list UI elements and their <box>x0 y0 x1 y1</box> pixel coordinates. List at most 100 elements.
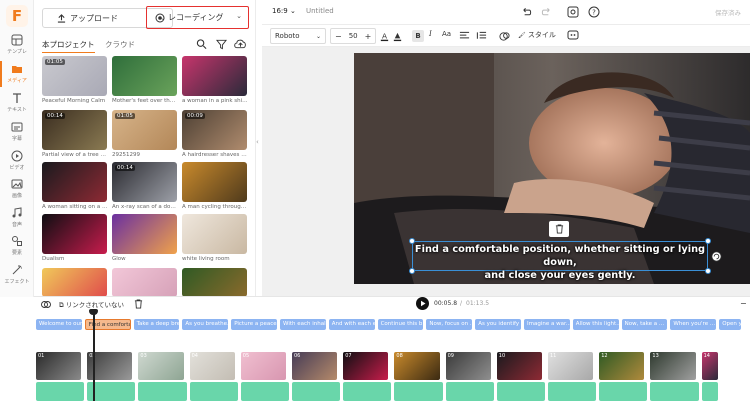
video-clip[interactable]: 14 <box>701 352 718 380</box>
undo-icon[interactable] <box>521 7 532 17</box>
style-button[interactable]: 🖌 スタイル <box>518 30 556 40</box>
ai-icon[interactable] <box>567 30 579 41</box>
caption-chip[interactable]: Open y... <box>719 319 742 330</box>
video-clip[interactable]: 10 <box>496 352 542 380</box>
italic-button[interactable]: I <box>429 30 432 38</box>
media-thumbnail[interactable] <box>182 56 247 96</box>
audio-clip[interactable] <box>599 382 648 401</box>
video-clip[interactable]: 13 <box>650 352 696 380</box>
media-thumbnail[interactable]: 01:05 <box>42 56 107 96</box>
caption-chip[interactable]: Welcome to our gu... <box>36 319 82 330</box>
caption-chip[interactable]: Allow this light... <box>572 319 619 330</box>
split-view-icon[interactable] <box>41 300 51 309</box>
tab-cloud[interactable]: クラウド <box>105 39 135 50</box>
caption-chip[interactable]: With each inhal... <box>280 319 326 330</box>
video-clip[interactable]: 05 <box>240 352 286 380</box>
caption-chip[interactable]: Picture a peace... <box>231 319 277 330</box>
rail-item-subtitle[interactable]: 字幕 <box>0 119 34 147</box>
video-clip[interactable]: 01 <box>36 352 82 380</box>
caption-chip[interactable]: As you breathe... <box>182 319 229 330</box>
media-thumbnail[interactable] <box>112 56 177 96</box>
audio-clip[interactable] <box>445 382 494 401</box>
rail-item-template[interactable]: テンプレ <box>0 32 34 60</box>
media-thumbnail[interactable] <box>42 268 107 297</box>
media-thumbnail[interactable]: 00:14 <box>112 162 177 202</box>
font-family-select[interactable]: Roboto ⌄ <box>270 28 326 44</box>
redo-icon[interactable] <box>541 7 552 17</box>
video-clip[interactable]: 06 <box>292 352 338 380</box>
bold-button[interactable]: B <box>412 30 424 42</box>
caption-text[interactable]: Find a comfortable position, whether sit… <box>412 243 708 282</box>
rotate-icon[interactable] <box>711 251 722 262</box>
rail-item-image[interactable]: 画像 <box>0 176 34 204</box>
playhead[interactable] <box>93 311 95 401</box>
media-thumbnail[interactable] <box>182 268 247 297</box>
video-clip[interactable]: 11 <box>548 352 594 380</box>
video-clip[interactable]: 08 <box>394 352 440 380</box>
audio-clip[interactable] <box>394 382 443 401</box>
video-preview[interactable]: Find a comfortable position, whether sit… <box>354 53 750 284</box>
rail-item-text[interactable]: テキスト <box>0 90 34 118</box>
audio-clip[interactable] <box>548 382 597 401</box>
help-icon[interactable]: ? <box>588 6 600 18</box>
caption-chip[interactable]: Imagine a war... <box>524 319 570 330</box>
text-color-icon[interactable]: A <box>379 31 390 42</box>
audio-clip[interactable] <box>343 382 392 401</box>
caption-chip[interactable]: Take a deep brea... <box>133 319 180 330</box>
align-icon[interactable] <box>459 31 470 41</box>
caption-chip[interactable]: And with each e... <box>328 319 375 330</box>
media-thumbnail[interactable] <box>112 268 177 297</box>
media-thumbnail[interactable]: 00:09 <box>182 110 247 150</box>
record-button[interactable]: レコーディング ⌄ <box>146 6 249 29</box>
caption-chip[interactable]: When you're ... <box>670 319 717 330</box>
play-button[interactable] <box>416 297 429 310</box>
video-clip[interactable]: 12 <box>599 352 645 380</box>
screenshot-icon[interactable] <box>567 6 579 18</box>
video-clip[interactable]: 03 <box>138 352 184 380</box>
cloud-upload-icon[interactable] <box>234 38 247 50</box>
media-thumbnail[interactable]: 00:14 <box>42 110 107 150</box>
caption-chip[interactable]: Find a comfortabl... <box>84 319 131 330</box>
media-thumbnail[interactable] <box>42 162 107 202</box>
font-size-stepper[interactable]: −50 + <box>330 28 376 44</box>
line-spacing-icon[interactable] <box>476 31 487 41</box>
caption-chip[interactable]: Now, take a ... <box>621 319 668 330</box>
text-case-button[interactable]: Aa <box>442 30 451 38</box>
video-clip[interactable]: 04 <box>189 352 235 380</box>
filter-icon[interactable] <box>216 38 227 50</box>
resize-handle-tl[interactable] <box>409 238 415 244</box>
resize-handle-bl[interactable] <box>409 268 415 274</box>
resize-handle-br[interactable] <box>705 268 711 274</box>
tab-project[interactable]: 本プロジェクト <box>42 39 95 53</box>
highlight-icon[interactable] <box>392 31 403 42</box>
trash-icon[interactable] <box>134 299 143 309</box>
project-title[interactable]: Untitled <box>306 7 334 15</box>
effects-icon[interactable] <box>499 31 510 42</box>
audio-clip[interactable] <box>292 382 341 401</box>
media-thumbnail[interactable] <box>182 214 247 254</box>
resize-handle-tr[interactable] <box>705 238 711 244</box>
audio-clip[interactable] <box>189 382 238 401</box>
video-clip[interactable]: 07 <box>343 352 389 380</box>
audio-clip[interactable] <box>701 382 718 401</box>
caption-chip[interactable]: As you identify ... <box>475 319 521 330</box>
rail-item-elements[interactable]: 要素 <box>0 233 34 261</box>
media-thumbnail[interactable]: 01:05 <box>112 110 177 150</box>
rail-item-audio[interactable]: 音声 <box>0 205 34 233</box>
caption-chip[interactable]: Continue this b... <box>377 319 424 330</box>
media-thumbnail[interactable] <box>182 162 247 202</box>
audio-clip[interactable] <box>240 382 289 401</box>
caption-chip[interactable]: Now, focus on ... <box>426 319 473 330</box>
zoom-out-icon[interactable]: − <box>740 299 747 308</box>
audio-clip[interactable] <box>138 382 187 401</box>
rail-item-media[interactable]: メディア <box>0 61 34 89</box>
rail-item-video[interactable]: ビデオ <box>0 148 34 176</box>
media-thumbnail[interactable] <box>112 214 177 254</box>
search-icon[interactable] <box>196 38 207 50</box>
media-thumbnail[interactable] <box>42 214 107 254</box>
audio-clip[interactable] <box>650 382 699 401</box>
delete-caption-button[interactable] <box>549 221 569 237</box>
aspect-ratio-select[interactable]: 16:9 ⌄ <box>272 7 296 15</box>
audio-clip[interactable] <box>36 382 85 401</box>
video-clip[interactable]: 09 <box>445 352 491 380</box>
